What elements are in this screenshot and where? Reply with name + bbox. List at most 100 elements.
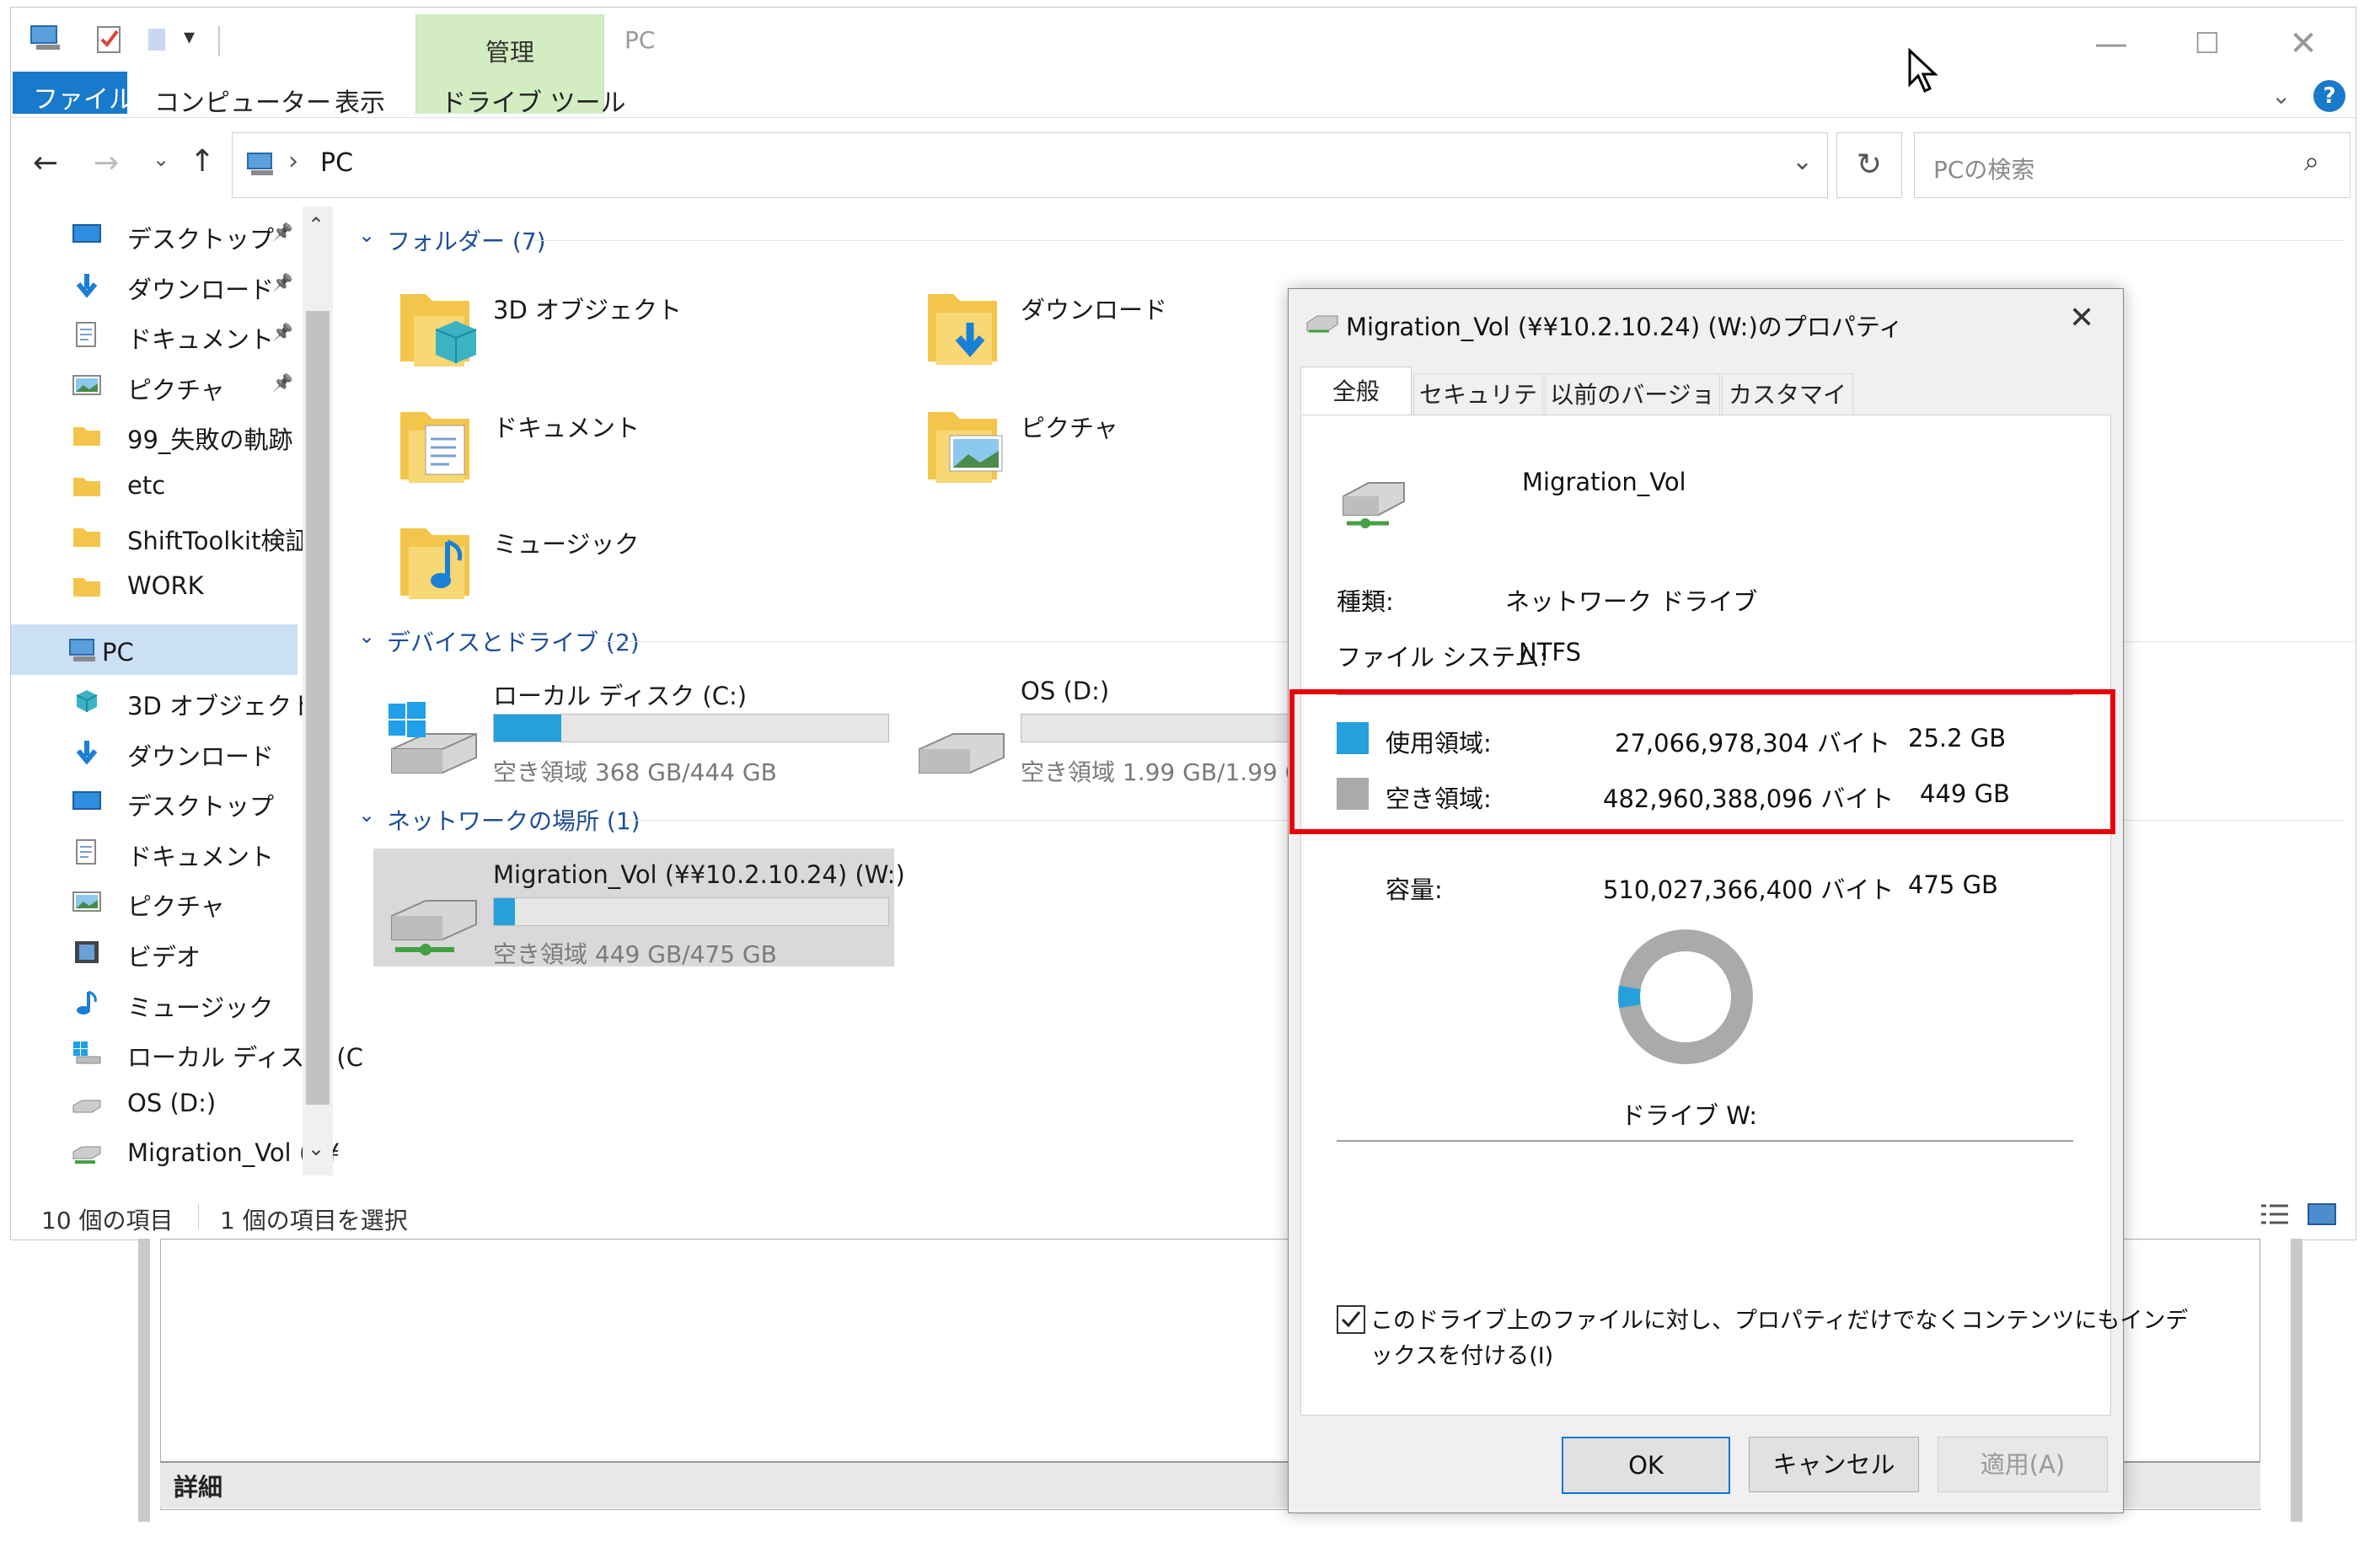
index-checkbox-label-line2[interactable]: ックスを付ける(I) [1370,1337,1553,1370]
sidebar-item[interactable]: 99_失敗の軌跡 [72,420,316,454]
folder-3d-objects[interactable]: 3D オブジェクト [493,291,682,326]
apply-button[interactable]: 適用(A) [1938,1437,2108,1492]
index-checkbox-label[interactable]: このドライブ上のファイルに対し、プロパティだけでなくコンテンツにもインデ [1370,1302,2188,1335]
tab-security[interactable]: セキュリティ [1413,373,1543,451]
pin-icon: 📌 [272,271,293,292]
qat-dropdown-icon[interactable]: ▾ [184,24,195,50]
search-placeholder: PCの検索 [1933,156,2035,184]
sidebar-item[interactable]: ピクチャ 📌 [72,371,316,404]
sidebar-pc-row[interactable] [11,624,298,675]
sidebar-item[interactable]: etc [72,471,316,505]
search-box[interactable]: PCの検索 ⌕ [1914,132,2351,198]
drive-c-name[interactable]: ローカル ディスク (C:) [493,677,747,712]
address-bar[interactable]: › PC ⌄ [232,132,1828,198]
ribbon-expand-icon[interactable]: ⌄ [2271,82,2291,110]
sidebar-item-label: OS (D:) [127,1088,217,1117]
tab-general[interactable]: 全般 [1300,367,1412,416]
sidebar-item-label: WORK [127,571,204,601]
dialog-drive-icon [1305,309,1339,335]
drive-d-name[interactable]: OS (D:) [1021,677,1109,705]
large-icons-view-icon[interactable] [2305,1199,2339,1229]
network-header[interactable]: ネットワークの場所 (1) [387,803,641,837]
sidebar-item[interactable]: ビデオ [72,938,316,972]
ok-button[interactable]: OK [1562,1437,1730,1494]
right-edge-line-1 [2118,641,2356,642]
sidebar-item[interactable]: ダウンロード [72,737,316,771]
tab-previous-versions[interactable]: 以前のバージョン [1545,373,1720,451]
tab-general-label: 全般 [1332,377,1380,405]
folder-documents[interactable]: ドキュメント [493,409,640,444]
tab-view[interactable]: 表示 [335,82,385,119]
folder-icon [72,523,102,549]
qat-new-folder-icon[interactable] [146,26,169,55]
scroll-down-icon[interactable]: ⌄ [308,1137,324,1160]
sidebar-item[interactable]: ドキュメント [72,838,316,871]
minimize-button[interactable]: — [2086,23,2136,65]
close-window-button[interactable]: ✕ [2278,23,2329,65]
recent-locations-icon[interactable]: ⌄ [153,147,169,171]
index-checkbox[interactable] [1337,1305,1365,1334]
cancel-button[interactable]: キャンセル [1749,1437,1919,1492]
sidebar-item-label: 3D オブジェクト [127,692,316,720]
file-tab-label: ファイル [33,85,134,115]
qat-properties-icon[interactable] [95,24,124,56]
sidebar-item[interactable]: Migration_Vol (¥¥ [72,1138,340,1172]
window-title: PC [624,26,656,54]
breadcrumb-pc[interactable]: PC [320,148,353,178]
folder-music[interactable]: ミュージック [493,525,639,560]
sidebar-item[interactable]: ShiftToolkit検証 [72,522,316,555]
maximize-button[interactable]: ☐ [2182,23,2233,65]
details-view-icon[interactable] [2258,1199,2292,1229]
tab-customize[interactable]: カスタマイズ [1722,373,1853,451]
help-icon[interactable]: ? [2313,80,2345,112]
divider-2 [1337,1140,2073,1142]
sidebar-item[interactable]: 3D オブジェクト [72,687,316,720]
sidebar-item[interactable]: OS (D:) [72,1089,316,1122]
devices-collapse-icon[interactable]: ⌄ [358,624,375,648]
network-drive-name: Migration_Vol (¥¥10.2.10.24) (W:) [493,860,905,889]
manage-label: 管理 [485,38,534,67]
dialog-close-button[interactable]: ✕ [2069,301,2094,335]
qat-computer-icon[interactable] [28,23,65,55]
sidebar-item[interactable]: WORK [72,571,316,605]
music-folder-icon [397,517,469,599]
sidebar-item[interactable]: ミュージック [72,988,316,1022]
folders-collapse-icon[interactable]: ⌄ [358,223,375,247]
ribbon-divider [11,117,2356,118]
highlight-box [1289,689,2115,834]
sidebar-pc-label: PC [102,638,134,667]
sidebar-scrollbar[interactable]: ⌃ ⌄ [303,206,333,1175]
tab-computer[interactable]: コンピューター [154,82,331,119]
scroll-thumb[interactable] [306,311,330,1105]
donut-free-ring [1618,929,1753,1064]
sidebar-item[interactable]: ローカル ディスク (C [72,1038,363,1072]
drive-c-usage-bar [493,714,889,742]
qat-separator [218,26,220,56]
folder-downloads[interactable]: ダウンロード [1021,291,1167,326]
desktop-icon [72,222,102,247]
network-collapse-icon[interactable]: ⌄ [358,803,375,827]
mouse-cursor-icon [1908,47,1938,94]
up-button[interactable]: ↑ [190,144,215,179]
sidebar-item[interactable]: デスクトップ [72,787,316,821]
sidebar-item[interactable]: ピクチャ [72,887,316,921]
drive-d-usage-bar [1021,714,1300,742]
sidebar-item-label: ビデオ [127,943,201,972]
folders-header[interactable]: フォルダー (7) [387,223,546,257]
sidebar-item[interactable]: ドキュメント 📌 [72,320,316,354]
tab-drive-tools[interactable]: ドライブ ツール [441,82,626,119]
sidebar-item-label: ShiftToolkit検証 [127,526,310,555]
drive-letter-label: ドライブ W: [1621,1101,1757,1130]
folder-pictures[interactable]: ピクチャ [1021,409,1118,444]
refresh-button[interactable]: ↻ [1836,132,1902,198]
capacity-gb: 475 GB [1908,870,1998,899]
back-button[interactable]: ← [33,146,58,180]
sidebar-item[interactable]: ダウンロード 📌 [72,270,316,304]
address-dropdown-icon[interactable]: ⌄ [1792,147,1813,176]
devices-header[interactable]: デバイスとドライブ (2) [387,624,640,658]
forward-button[interactable]: → [94,146,119,180]
filesystem-value: NTFS [1519,638,1581,667]
sidebar-item[interactable]: デスクトップ 📌 [72,220,316,254]
pin-icon: 📌 [272,322,293,343]
scroll-up-icon[interactable]: ⌃ [308,213,324,237]
